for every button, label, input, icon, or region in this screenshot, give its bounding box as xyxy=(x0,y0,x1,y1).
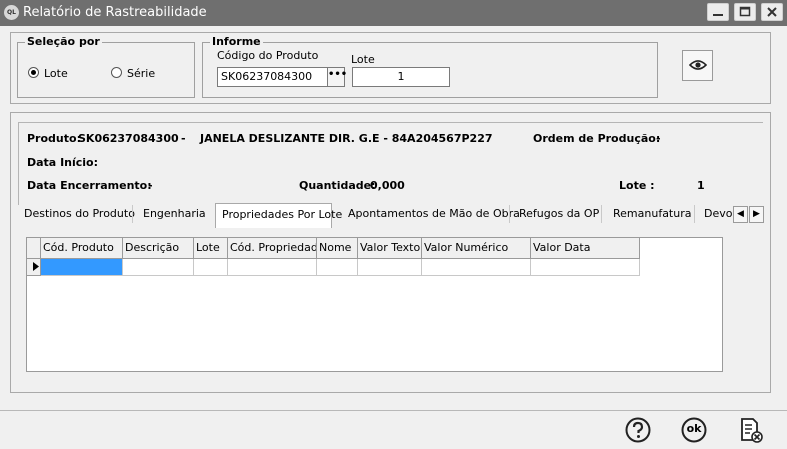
column-header-cod-produto[interactable]: Cód. Produto xyxy=(41,238,123,259)
tab-scroll-right-button[interactable]: ▶ xyxy=(749,206,764,223)
help-button[interactable] xyxy=(624,416,652,444)
grid-cell[interactable] xyxy=(531,259,640,276)
grid-header: Cód. Produto Descrição Lote Cód. Proprie… xyxy=(27,238,640,259)
eye-icon xyxy=(688,60,707,70)
informe-title: Informe xyxy=(210,35,263,48)
help-icon xyxy=(625,417,651,443)
close-report-icon xyxy=(741,418,763,443)
tab-refugos-op[interactable]: Refugos da OP xyxy=(513,203,605,227)
row-indicator[interactable] xyxy=(27,259,41,276)
selection-panel: Seleção por Lote Série Informe Código do… xyxy=(10,32,771,104)
radio-lote-label[interactable]: Lote xyxy=(44,67,68,80)
codigo-produto-label: Código do Produto xyxy=(217,49,319,62)
row-indicator-header xyxy=(27,238,41,259)
close-button[interactable] xyxy=(761,3,783,21)
tab-separator xyxy=(694,205,695,223)
grid-cell[interactable] xyxy=(194,259,228,276)
column-header-valor-data[interactable]: Valor Data xyxy=(531,238,640,259)
data-inicio-label: Data Início: xyxy=(27,156,99,169)
radio-lote[interactable] xyxy=(28,67,39,78)
tab-apontamentos-mao-obra[interactable]: Apontamentos de Mão de Obra xyxy=(342,203,526,227)
lote-info-label: Lote : xyxy=(619,179,655,192)
selecao-title: Seleção por xyxy=(25,35,102,48)
tab-separator xyxy=(601,205,602,223)
tab-remanufatura[interactable]: Remanufatura xyxy=(607,203,697,227)
quantidade-label: Quantidade: xyxy=(299,179,376,192)
tab-scroll-left-button[interactable]: ◀ xyxy=(733,206,748,223)
ordem-producao-value: - xyxy=(656,132,661,145)
ordem-producao-label: Ordem de Produção: xyxy=(533,132,661,145)
minimize-icon xyxy=(713,14,723,16)
close-icon xyxy=(767,7,777,17)
column-header-nome[interactable]: Nome xyxy=(317,238,358,259)
maximize-icon xyxy=(739,6,751,17)
column-header-lote[interactable]: Lote xyxy=(194,238,228,259)
codigo-produto-input[interactable]: SK06237084300 xyxy=(217,67,329,87)
grid-cell[interactable] xyxy=(123,259,194,276)
grid-cell[interactable] xyxy=(228,259,317,276)
tab-separator xyxy=(132,205,133,223)
ok-label: ok xyxy=(686,422,702,435)
data-encerramento-label: Data Encerramento: xyxy=(27,179,152,192)
tab-destinos-produto[interactable]: Destinos do Produto xyxy=(18,203,141,227)
title-bar: QL Relatório de Rastreabilidade xyxy=(0,0,787,26)
window-title: Relatório de Rastreabilidade xyxy=(23,5,207,20)
app-icon: QL xyxy=(4,5,19,20)
lote-label: Lote xyxy=(351,53,375,66)
lote-input[interactable]: 1 xyxy=(352,67,450,87)
footer-divider xyxy=(0,410,787,411)
tab-devo[interactable]: Devo xyxy=(698,203,732,227)
maximize-button[interactable] xyxy=(734,3,756,21)
lote-info-value: 1 xyxy=(697,179,705,192)
radio-serie[interactable] xyxy=(111,67,122,78)
tab-engenharia[interactable]: Engenharia xyxy=(137,203,212,227)
column-header-descricao[interactable]: Descrição xyxy=(123,238,194,259)
grid-cell[interactable] xyxy=(358,259,422,276)
data-encerramento-value: - xyxy=(148,179,153,192)
grid-cell-selected[interactable] xyxy=(41,259,123,276)
produto-label: Produto: xyxy=(27,132,81,145)
quantidade-value: 0,000 xyxy=(370,179,405,192)
grid-cell[interactable] xyxy=(422,259,531,276)
propriedades-grid[interactable]: Cód. Produto Descrição Lote Cód. Proprie… xyxy=(26,237,723,372)
tab-separator xyxy=(509,205,510,223)
produto-code: SK06237084300 xyxy=(78,132,179,145)
informe-groupbox: Informe Código do Produto SK06237084300 … xyxy=(202,35,658,98)
produto-description: JANELA DESLIZANTE DIR. G.E - 84A204567P2… xyxy=(200,132,493,145)
minimize-button[interactable] xyxy=(707,3,729,21)
ok-button[interactable]: ok xyxy=(680,416,708,444)
column-header-valor-texto[interactable]: Valor Texto xyxy=(358,238,422,259)
produto-separator: - xyxy=(181,132,186,145)
radio-serie-label[interactable]: Série xyxy=(127,67,155,80)
grid-cell[interactable] xyxy=(317,259,358,276)
tab-propriedades-por-lote[interactable]: Propriedades Por Lote xyxy=(215,203,342,228)
column-header-cod-propriedade[interactable]: Cód. Propriedade xyxy=(228,238,317,259)
selecao-groupbox: Seleção por Lote Série xyxy=(17,35,195,98)
codigo-lookup-button[interactable]: ••• xyxy=(327,67,347,87)
column-header-valor-numerico[interactable]: Valor Numérico xyxy=(422,238,531,259)
close-report-button[interactable] xyxy=(737,416,765,444)
view-report-button[interactable] xyxy=(682,50,713,81)
